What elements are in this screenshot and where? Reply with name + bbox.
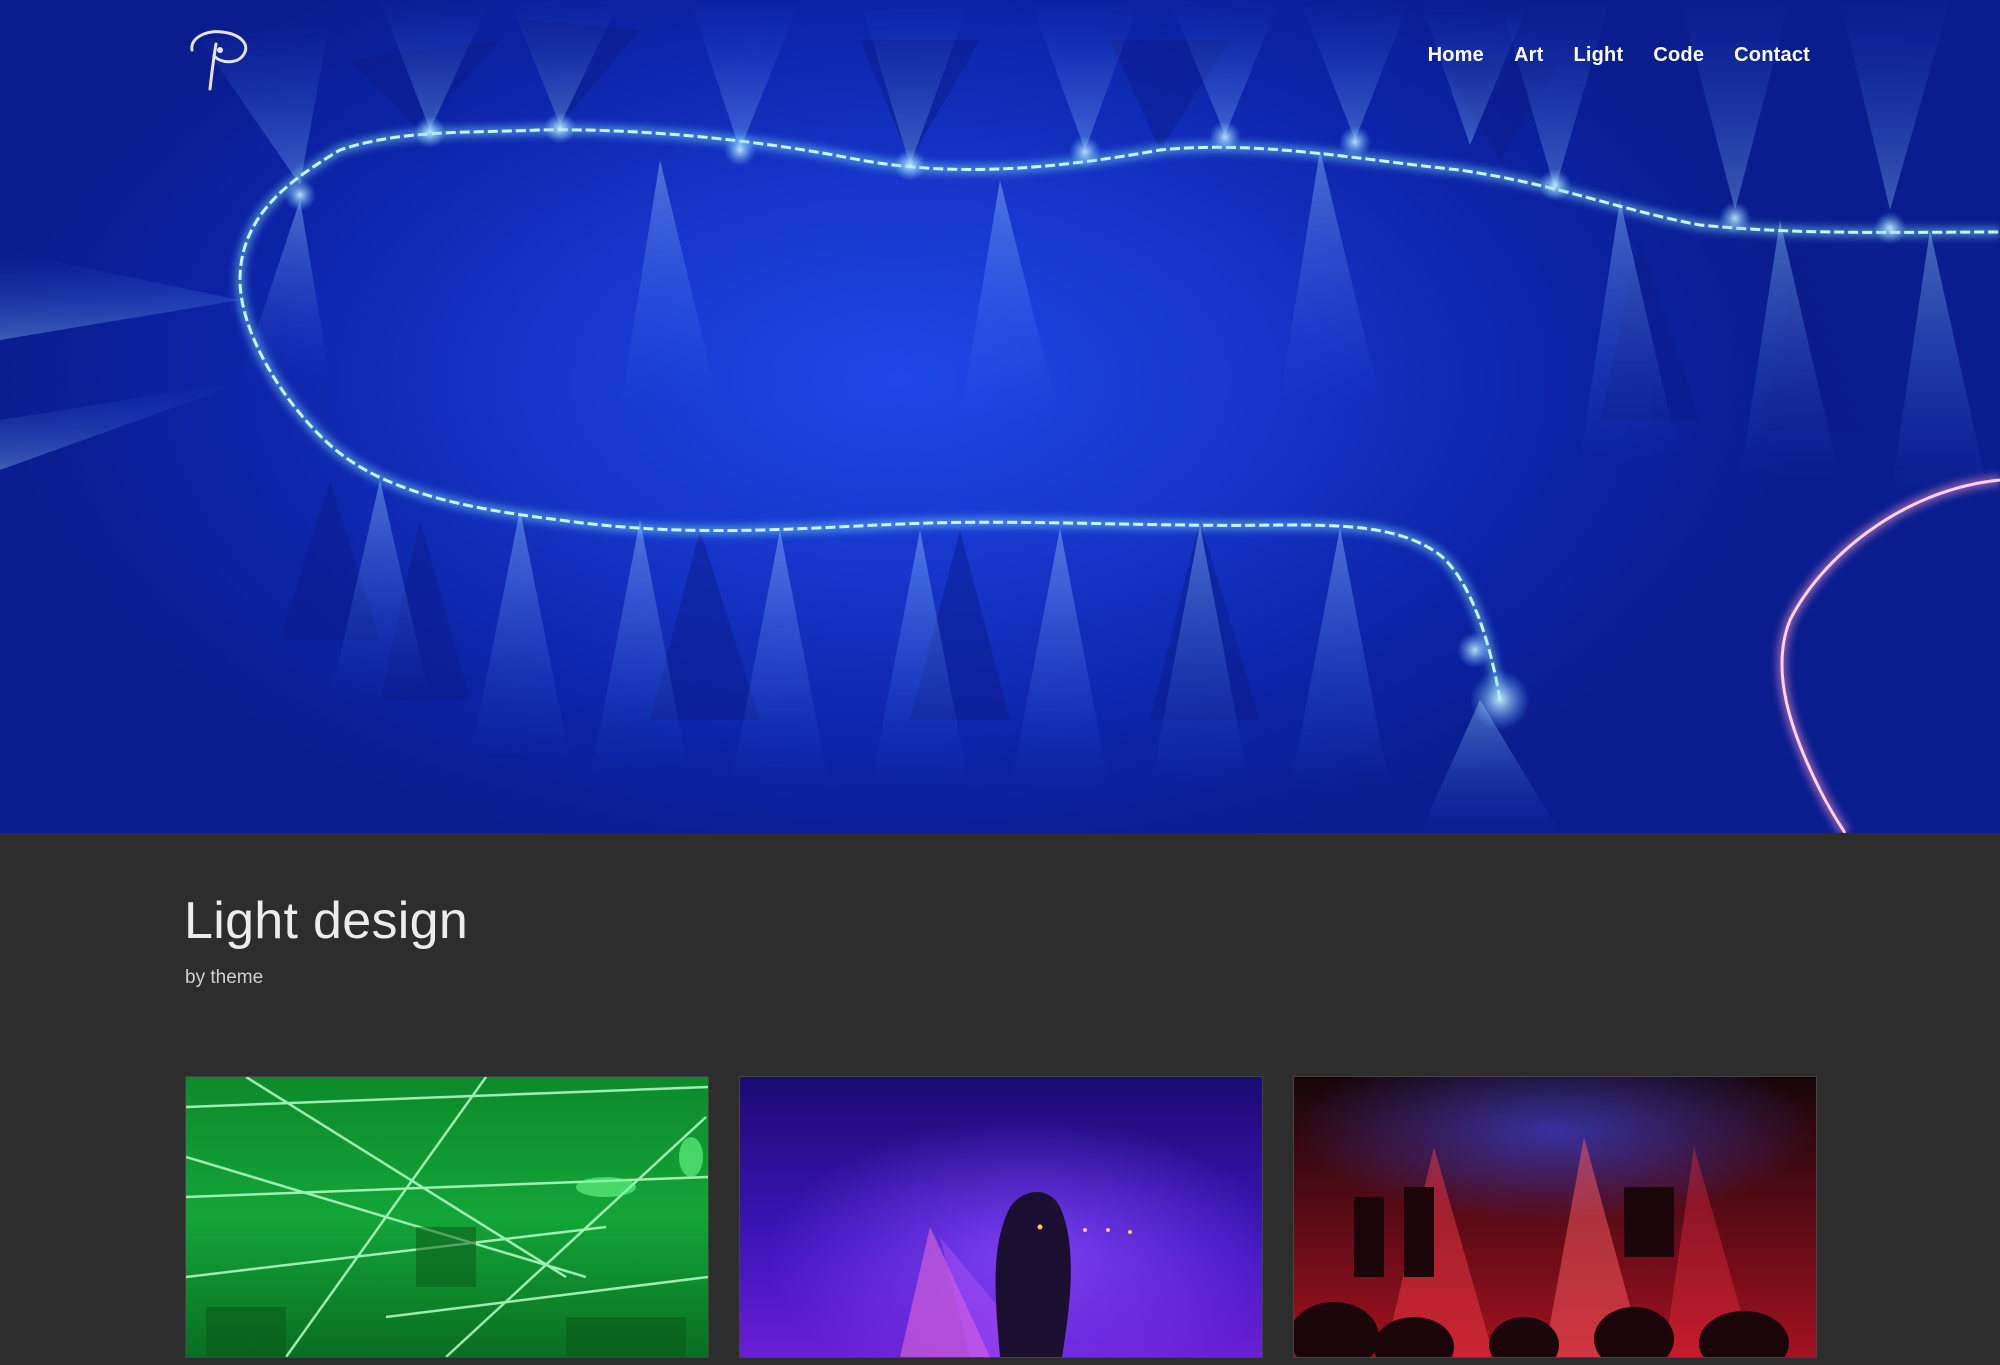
p-signature-logo-icon: [190, 30, 248, 91]
gallery-grid: [185, 1076, 1817, 1365]
main-content: Light design by theme: [0, 833, 2000, 1365]
gallery-card-green-lasers[interactable]: [185, 1076, 709, 1358]
hero-banner: Home Art Light Code Contact: [0, 0, 2000, 833]
nav-code[interactable]: Code: [1653, 44, 1704, 67]
page: Home Art Light Code Contact Light design…: [0, 0, 2000, 1365]
byline: by theme: [185, 967, 263, 989]
nav-contact[interactable]: Contact: [1734, 44, 1810, 67]
nav-art[interactable]: Art: [1514, 44, 1544, 67]
green-laser-photo: [186, 1077, 708, 1357]
nav-light[interactable]: Light: [1573, 44, 1623, 67]
purple-performer-photo: [740, 1077, 1262, 1357]
byline-prefix: by: [185, 967, 211, 988]
byline-theme-link[interactable]: theme: [210, 967, 263, 988]
red-stage-photo: [1294, 1077, 1816, 1357]
hero-laser-image: [0, 0, 2000, 833]
nav-home[interactable]: Home: [1428, 44, 1484, 67]
main-nav: Home Art Light Code Contact: [1428, 44, 1810, 67]
gallery-card-red-stage[interactable]: [1293, 1076, 1817, 1358]
gallery-card-purple-performer[interactable]: [739, 1076, 1263, 1358]
site-logo-icon[interactable]: [184, 26, 256, 94]
page-title: Light design: [184, 892, 469, 950]
